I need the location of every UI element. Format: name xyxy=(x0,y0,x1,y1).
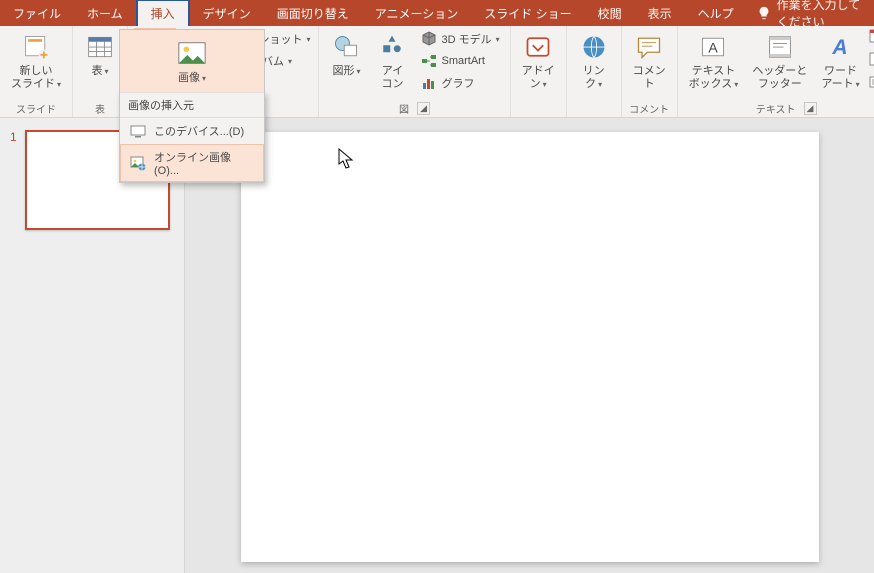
link-label: リン ク xyxy=(583,65,605,90)
group-illust-label: 図◢ xyxy=(399,101,430,117)
slide-number: 1 xyxy=(10,130,17,230)
shapes-button[interactable]: 図形 xyxy=(325,28,367,81)
tab-insert[interactable]: 挿入 xyxy=(136,0,190,26)
textbox-icon: A xyxy=(697,31,729,63)
group-comments-label: コメント xyxy=(629,101,669,117)
chart-icon xyxy=(421,75,437,91)
dialog-launcher-icon[interactable]: ◢ xyxy=(804,102,817,115)
textbox-button[interactable]: A テキスト ボックス xyxy=(684,28,744,93)
tab-design[interactable]: デザイン xyxy=(190,0,264,26)
tab-strip: ファイル ホーム 挿入 デザイン 画面切り替え アニメーション スライド ショー… xyxy=(0,0,874,26)
dialog-launcher-icon[interactable]: ◢ xyxy=(417,102,430,115)
object-icon[interactable] xyxy=(869,74,874,96)
smartart-button[interactable]: SmartArt xyxy=(417,50,503,72)
group-slides: 新しい スライド スライド xyxy=(0,26,73,117)
chevron-down-icon: ▾ xyxy=(288,57,292,66)
group-links: リン ク xyxy=(567,26,622,117)
tab-home[interactable]: ホーム xyxy=(74,0,136,26)
online-image-icon xyxy=(130,155,146,171)
date-time-icon[interactable] xyxy=(869,28,874,50)
tab-file[interactable]: ファイル xyxy=(0,0,74,26)
link-button[interactable]: リン ク xyxy=(573,28,615,93)
tab-help[interactable]: ヘルプ xyxy=(685,0,747,26)
menu-online-label: オンライン画像(O)... xyxy=(154,149,254,177)
tab-transitions[interactable]: 画面切り替え xyxy=(264,0,362,26)
menu-online-images[interactable]: オンライン画像(O)... xyxy=(120,144,264,182)
wordart-button[interactable]: A ワード アート xyxy=(816,28,864,93)
new-slide-icon xyxy=(20,31,52,63)
table-button[interactable]: 表 xyxy=(79,28,121,81)
slide-canvas-area[interactable] xyxy=(185,118,874,573)
link-icon xyxy=(578,31,610,63)
menu-this-device[interactable]: このデバイス...(D) xyxy=(120,118,264,144)
addins-button[interactable]: アドイ ン xyxy=(517,28,560,93)
wordart-label: ワード アート xyxy=(821,65,859,90)
new-slide-button[interactable]: 新しい スライド xyxy=(6,28,66,93)
smartart-icon xyxy=(421,53,437,69)
header-footer-label: ヘッダーと フッター xyxy=(752,65,807,90)
chevron-down-icon: ▾ xyxy=(306,35,310,44)
cube-icon xyxy=(421,31,437,47)
table-label: 表 xyxy=(92,65,109,78)
icons-icon xyxy=(376,31,408,63)
tell-me-text: 作業を入力してください xyxy=(777,0,864,30)
comment-icon xyxy=(633,31,665,63)
icons-button[interactable]: アイ コン xyxy=(371,28,413,93)
slide-thumbnails-panel[interactable]: 1 xyxy=(0,118,185,573)
chart-button[interactable]: グラフ xyxy=(417,72,503,94)
lightbulb-icon xyxy=(757,6,771,20)
pictures-dropdown-menu-top: 画像 xyxy=(119,29,265,93)
group-slides-label: スライド xyxy=(16,101,56,117)
shapes-label: 図形 xyxy=(332,65,360,78)
tab-slideshow[interactable]: スライド ショー xyxy=(471,0,584,26)
menu-this-device-label: このデバイス...(D) xyxy=(154,123,244,139)
device-icon xyxy=(130,123,146,139)
group-addins: アドイ ン xyxy=(511,26,567,117)
tab-review[interactable]: 校閲 xyxy=(585,0,635,26)
icons-label: アイ コン xyxy=(381,65,403,90)
menu-header: 画像の挿入元 xyxy=(120,93,264,118)
picture-icon xyxy=(176,38,208,70)
pictures-dropdown-menu: 画像の挿入元 このデバイス...(D) オンライン画像(O)... xyxy=(119,92,265,183)
smartart-label: SmartArt xyxy=(441,55,484,67)
svg-text:A: A xyxy=(832,36,848,59)
tab-animations[interactable]: アニメーション xyxy=(362,0,472,26)
pictures-label-in-menu: 画像 xyxy=(178,72,206,85)
new-slide-label: 新しい スライド xyxy=(11,65,61,90)
textbox-label: テキスト ボックス xyxy=(689,65,739,90)
pictures-button-in-menu[interactable]: 画像 xyxy=(171,35,213,88)
chart-label: グラフ xyxy=(441,75,474,91)
workspace: 1 xyxy=(0,118,874,573)
slide[interactable] xyxy=(241,132,819,562)
slide-number-icon[interactable]: # xyxy=(869,51,874,73)
3d-models-label: 3D モデル xyxy=(441,31,491,47)
group-illustrations: 図形 アイ コン 3D モデル ▾ xyxy=(319,26,510,117)
group-text-label: テキスト◢ xyxy=(756,101,817,117)
addins-label: アドイ ン xyxy=(522,65,555,90)
header-footer-icon xyxy=(764,31,796,63)
wordart-icon: A xyxy=(824,31,856,63)
group-comments: コメン ト コメント xyxy=(622,26,678,117)
shapes-icon xyxy=(330,31,362,63)
svg-text:A: A xyxy=(709,39,719,55)
3d-models-button[interactable]: 3D モデル ▾ xyxy=(417,28,503,50)
group-text: A テキスト ボックス ヘッダーと フッター A ワード アート # xyxy=(678,26,874,117)
group-tables-label: 表 xyxy=(95,101,105,117)
addins-icon xyxy=(522,31,554,63)
tell-me[interactable]: 作業を入力してください xyxy=(747,0,874,26)
comment-label: コメン ト xyxy=(633,65,666,90)
comment-button[interactable]: コメン ト xyxy=(628,28,671,93)
header-footer-button[interactable]: ヘッダーと フッター xyxy=(747,28,812,93)
tab-view[interactable]: 表示 xyxy=(635,0,685,26)
table-icon xyxy=(84,31,116,63)
